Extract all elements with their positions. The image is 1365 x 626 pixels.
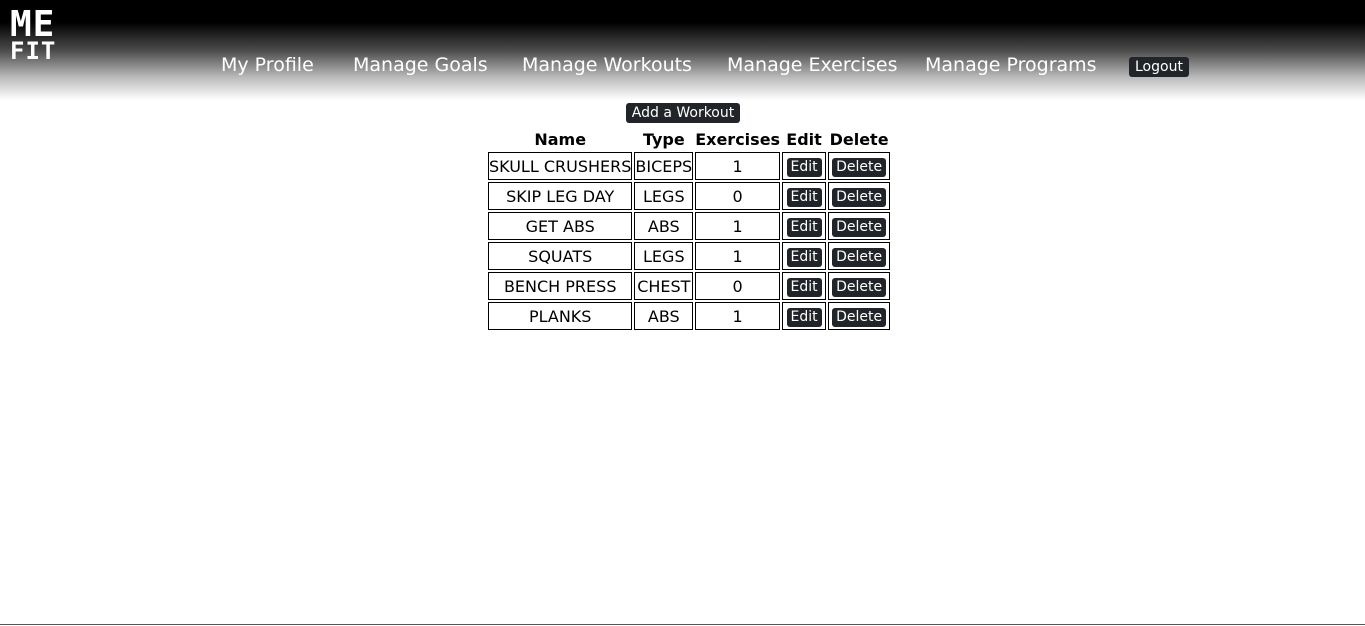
edit-cell: Edit [782,152,827,180]
delete-button[interactable]: Delete [832,247,887,267]
edit-button[interactable]: Edit [786,187,822,207]
column-header-name: Name [534,130,587,149]
workout-type-cell: BICEPS [634,152,694,180]
exercise-count-cell: 1 [695,212,781,240]
column-header-exercises: Exercises [695,130,781,149]
logo[interactable]: ME FIT [10,4,70,65]
exercise-count-cell: 0 [695,272,781,300]
header-bar: ME FIT My Profile Manage Goals Manage Wo… [0,0,1365,100]
table-row: PLANKS ABS 1 Edit Delete [488,302,891,330]
delete-cell: Delete [828,302,891,330]
edit-button[interactable]: Edit [786,277,822,297]
workout-type-cell: LEGS [634,182,694,210]
logo-line-fit: FIT [10,37,57,65]
delete-button[interactable]: Delete [832,187,887,207]
delete-cell: Delete [828,152,891,180]
table-row: SKULL CRUSHERS BICEPS 1 Edit Delete [488,152,891,180]
edit-button[interactable]: Edit [786,217,822,237]
workout-type-cell: ABS [634,212,694,240]
workout-name-cell: BENCH PRESS [488,272,633,300]
delete-button[interactable]: Delete [832,277,887,297]
column-header-edit: Edit [786,130,822,149]
delete-button[interactable]: Delete [832,217,887,237]
nav-manage-goals[interactable]: Manage Goals [353,53,488,77]
delete-cell: Delete [828,272,891,300]
workouts-table: Name Type Exercises Edit Delete SKULL CR… [486,127,892,332]
workout-type-cell: CHEST [634,272,694,300]
column-header-delete: Delete [829,130,889,149]
delete-button[interactable]: Delete [832,307,887,327]
workout-name-cell: PLANKS [488,302,633,330]
exercise-count-cell: 1 [695,152,781,180]
bottom-divider [0,624,1365,625]
column-header-type: Type [642,130,685,149]
delete-cell: Delete [828,182,891,210]
workout-type-cell: ABS [634,302,694,330]
edit-cell: Edit [782,302,827,330]
edit-cell: Edit [782,212,827,240]
edit-cell: Edit [782,272,827,300]
exercise-count-cell: 1 [695,302,781,330]
workout-name-cell: SKIP LEG DAY [488,182,633,210]
nav-manage-programs[interactable]: Manage Programs [925,53,1097,77]
exercise-count-cell: 0 [695,182,781,210]
nav-manage-exercises[interactable]: Manage Exercises [727,53,897,77]
delete-cell: Delete [828,242,891,270]
delete-cell: Delete [828,212,891,240]
delete-button[interactable]: Delete [832,157,887,177]
table-header-row: Name Type Exercises Edit Delete [488,129,890,150]
workout-type-cell: LEGS [634,242,694,270]
nav-manage-workouts[interactable]: Manage Workouts [522,53,692,77]
table-row: BENCH PRESS CHEST 0 Edit Delete [488,272,891,300]
edit-cell: Edit [782,242,827,270]
table-row: SKIP LEG DAY LEGS 0 Edit Delete [488,182,891,210]
logout-button[interactable]: Logout [1129,57,1189,77]
table-row: SQUATS LEGS 1 Edit Delete [488,242,891,270]
nav-my-profile[interactable]: My Profile [221,53,314,77]
table-row: GET ABS ABS 1 Edit Delete [488,212,891,240]
edit-button[interactable]: Edit [786,307,822,327]
exercise-count-cell: 1 [695,242,781,270]
workout-name-cell: SQUATS [488,242,633,270]
workout-name-cell: SKULL CRUSHERS [488,152,633,180]
logo-line-me: ME [10,4,56,45]
edit-cell: Edit [782,182,827,210]
edit-button[interactable]: Edit [786,247,822,267]
workout-name-cell: GET ABS [488,212,633,240]
add-workout-button[interactable]: Add a Workout [626,103,740,123]
edit-button[interactable]: Edit [786,157,822,177]
